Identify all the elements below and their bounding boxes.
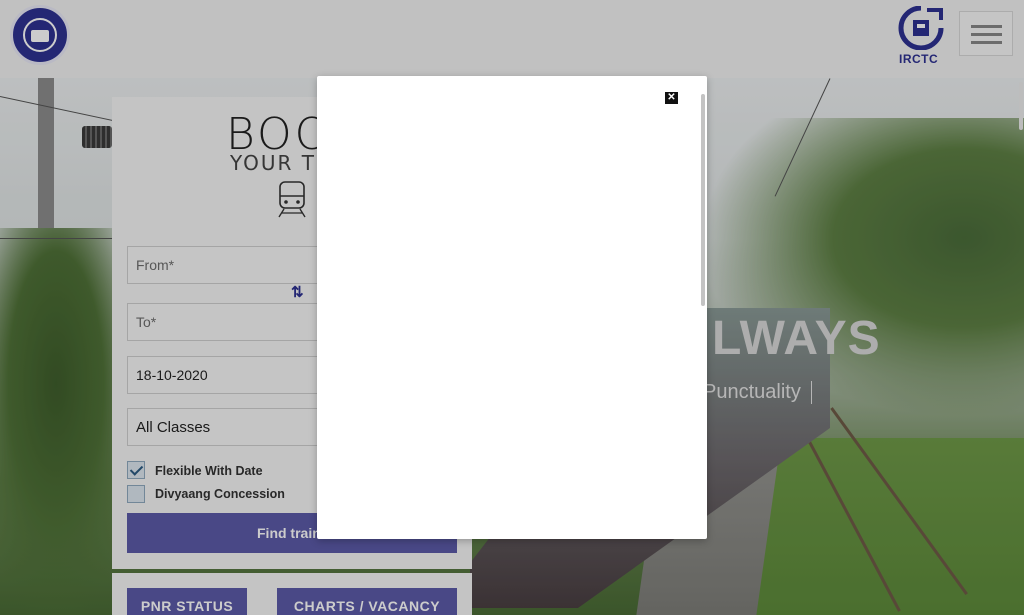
page-scrollbar[interactable] <box>1019 82 1023 130</box>
modal-scrollbar[interactable] <box>701 94 705 306</box>
popup-modal: ✕ <box>317 76 707 539</box>
close-icon[interactable]: ✕ <box>665 92 678 104</box>
